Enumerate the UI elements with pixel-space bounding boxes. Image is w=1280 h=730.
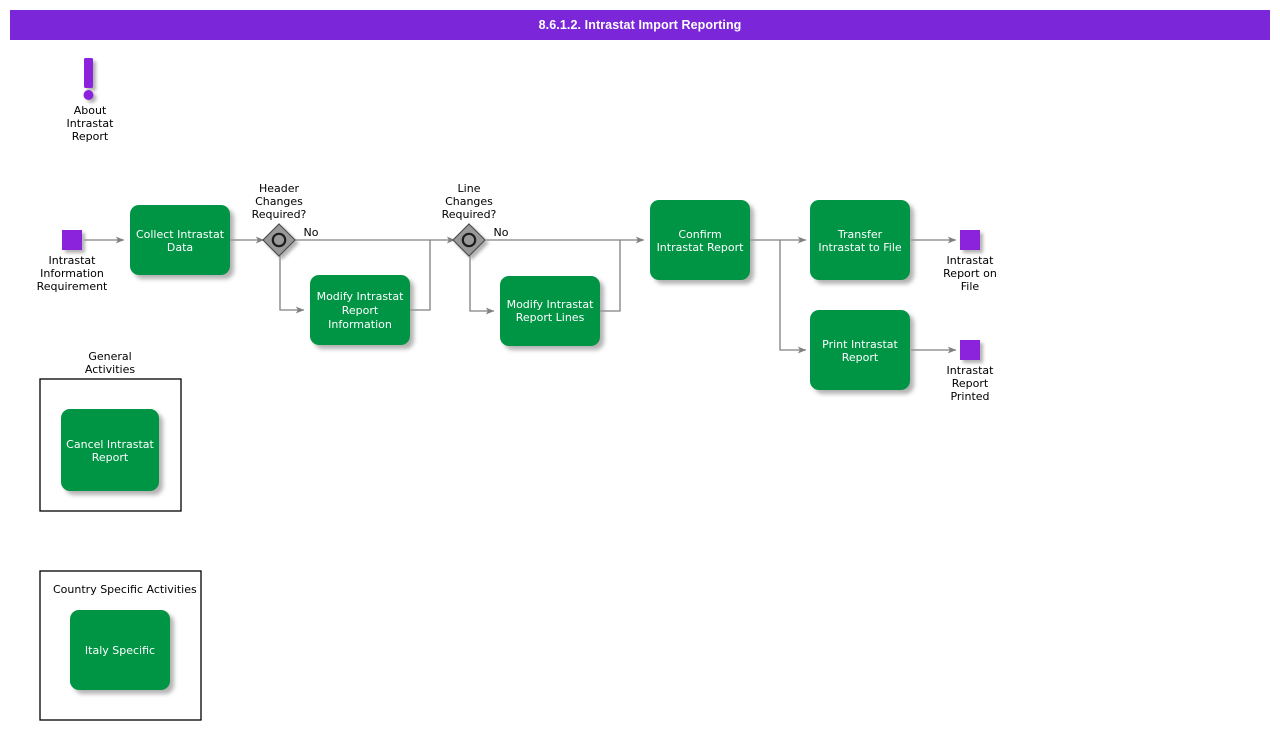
end-event-file-label-line-3: File — [961, 280, 980, 293]
activity-cancel-label-line-2: Report — [92, 451, 129, 464]
activity-collect-intrastat-data[interactable]: Collect Intrastat Data — [130, 205, 230, 275]
gateway-line-branch-label-no: No — [494, 226, 509, 239]
gateway-header-label-line-2: Changes — [255, 195, 303, 208]
about-note-label-line-1: About — [74, 104, 107, 117]
connector-confirm-to-print — [779, 240, 807, 354]
about-note-label-line-2: Intrastat — [67, 117, 115, 130]
exclamation-icon — [83, 58, 94, 100]
activity-transfer-label-line-2: Intrastat to File — [818, 241, 902, 254]
activity-italy-specific[interactable]: Italy Specific — [70, 610, 170, 690]
activity-transfer-label-line-1: Transfer — [837, 228, 883, 241]
activity-confirm-label-line-1: Confirm — [678, 228, 721, 241]
activity-collect-intrastat-data-label-line-1: Collect Intrastat — [136, 228, 225, 241]
activity-print-label-line-1: Print Intrastat — [822, 338, 898, 351]
activity-cancel-intrastat-report[interactable]: Cancel Intrastat Report — [61, 409, 159, 491]
activity-modify-report-lines-label-line-2: Report Lines — [516, 311, 585, 324]
end-event-file-label-line-2: Report on — [943, 267, 997, 280]
start-event-marker — [62, 230, 82, 250]
end-event-printed-label-line-2: Report — [952, 377, 989, 390]
end-event-printed-marker — [960, 340, 980, 360]
group-general-activities-title-line-2: Activities — [85, 363, 135, 376]
gateway-header-label-line-1: Header — [259, 182, 300, 195]
gateway-line-changes-required[interactable]: Line Changes Required? No — [442, 182, 509, 257]
activity-modify-intrastat-report-lines[interactable]: Modify Intrastat Report Lines — [500, 276, 600, 346]
start-event-label-line-2: Information — [40, 267, 104, 280]
group-country-specific-activities: Country Specific Activities Italy Specif… — [39, 570, 202, 721]
gateway-line-label-line-3: Required? — [442, 208, 497, 221]
gateway-line-label-line-1: Line — [458, 182, 481, 195]
end-event-file-marker — [960, 230, 980, 250]
group-general-activities-title-line-1: General — [88, 350, 131, 363]
flowchart-canvas: About Intrastat Report Intrastat Informa… — [37, 58, 997, 721]
activity-modify-intrastat-report-information[interactable]: Modify Intrastat Report Information — [310, 275, 410, 345]
end-event-file-label-line-1: Intrastat — [947, 254, 995, 267]
connector-modify-lines-merge — [600, 240, 621, 312]
gateway-line-label-line-2: Changes — [445, 195, 493, 208]
gateway-header-changes-required[interactable]: Header Changes Required? No — [252, 182, 319, 257]
gateway-header-label-line-3: Required? — [252, 208, 307, 221]
activity-cancel-label-line-1: Cancel Intrastat — [66, 438, 154, 451]
about-intrastat-report-note[interactable]: About Intrastat Report — [67, 58, 115, 143]
activity-print-label-line-2: Report — [842, 351, 879, 364]
connector-gateway-header-yes-to-modify-header — [279, 256, 305, 314]
group-country-specific-activities-title: Country Specific Activities — [53, 583, 197, 596]
group-general-activities: General Activities Cancel Intrastat Repo… — [39, 350, 182, 512]
connector-modify-header-merge — [410, 240, 431, 311]
start-event-label-line-3: Requirement — [37, 280, 108, 293]
gateway-header-marker-icon — [271, 232, 287, 248]
connector-gateway-line-yes-to-modify-lines — [469, 256, 495, 315]
gateway-header-branch-label-no: No — [304, 226, 319, 239]
end-event-printed-label-line-1: Intrastat — [947, 364, 995, 377]
end-event-printed-label-line-3: Printed — [950, 390, 989, 403]
start-event-label-line-1: Intrastat — [49, 254, 97, 267]
activity-confirm-intrastat-report[interactable]: Confirm Intrastat Report — [650, 200, 750, 280]
activity-print-intrastat-report[interactable]: Print Intrastat Report — [810, 310, 910, 390]
activity-collect-intrastat-data-label-line-2: Data — [167, 241, 193, 254]
activity-modify-report-info-label-line-1: Modify Intrastat — [317, 290, 405, 303]
activity-transfer-intrastat-to-file[interactable]: Transfer Intrastat to File — [810, 200, 910, 280]
about-note-label-line-3: Report — [72, 130, 109, 143]
activity-modify-report-info-label-line-3: Information — [328, 318, 392, 331]
activity-modify-report-lines-label-line-1: Modify Intrastat — [507, 298, 595, 311]
activity-italy-specific-label: Italy Specific — [85, 644, 155, 657]
diagram-page: 8.6.1.2. Intrastat Import Reporting Abou… — [0, 0, 1280, 730]
gateway-line-marker-icon — [461, 232, 477, 248]
activity-confirm-label-line-2: Intrastat Report — [657, 241, 745, 254]
activity-modify-report-info-label-line-2: Report — [342, 304, 379, 317]
